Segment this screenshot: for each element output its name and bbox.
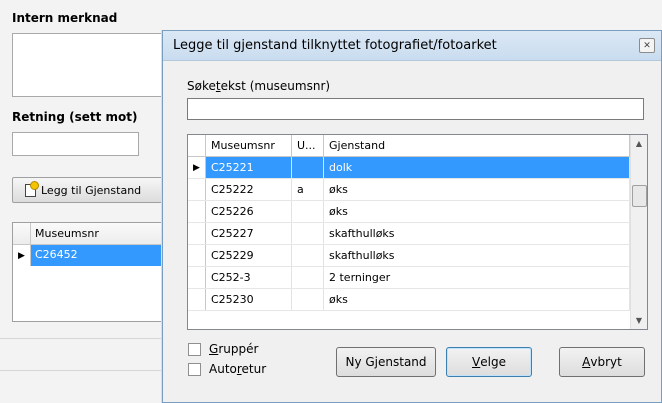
divider (0, 370, 165, 371)
intern-merknad-field[interactable] (12, 33, 164, 97)
retning-field[interactable] (12, 132, 139, 156)
column-header-museumsnr[interactable]: Museumsnr (206, 135, 292, 156)
table-cell-gjenstand[interactable]: skafthulløks (324, 245, 630, 266)
row-selector[interactable] (188, 267, 206, 288)
table-cell-gjenstand[interactable]: øks (324, 201, 630, 222)
table-row[interactable]: C25230 øks (188, 289, 647, 311)
intern-merknad-label: Intern merknad (12, 11, 118, 25)
table-row[interactable]: C252-3 2 terninger (188, 267, 647, 289)
close-button[interactable]: ✕ (639, 38, 655, 53)
table-cell-u[interactable] (292, 157, 324, 178)
grid-header-museumsnr[interactable]: Museumsnr (31, 223, 103, 244)
row-selector[interactable] (188, 245, 206, 266)
column-header-gjenstand[interactable]: Gjenstand (324, 135, 630, 156)
table-cell-gjenstand[interactable]: dolk (324, 157, 630, 178)
row-selector[interactable] (188, 179, 206, 200)
table-cell[interactable]: C26452 (31, 245, 171, 266)
divider (0, 338, 165, 339)
table-cell-museumsnr[interactable]: C25230 (206, 289, 292, 310)
column-header-u[interactable]: U... (292, 135, 324, 156)
add-object-button-label: Legg til Gjenstand (41, 183, 142, 197)
table-row[interactable]: C25222 a øks (188, 179, 647, 201)
select-button[interactable]: Velge (446, 347, 532, 377)
autoretur-checkbox-row[interactable]: Autoretur (188, 362, 266, 376)
table-cell-gjenstand[interactable]: 2 terninger (324, 267, 630, 288)
search-input[interactable] (187, 98, 644, 120)
table-row[interactable]: C25226 øks (188, 201, 647, 223)
search-label: Søketekst (museumsnr) (187, 79, 331, 93)
scroll-thumb[interactable] (632, 185, 647, 207)
dialog-title-bar[interactable]: Legge til gjenstand tilknyttet fotografi… (163, 31, 661, 61)
scroll-up-icon[interactable]: ▲ (631, 135, 647, 152)
new-object-button[interactable]: Ny Gjenstand (336, 347, 436, 377)
grupper-checkbox[interactable] (188, 342, 201, 356)
grid-header-row: Museumsnr U... Gjenstand (188, 135, 647, 157)
grupper-checkbox-row[interactable]: Gruppér (188, 342, 258, 356)
table-row[interactable]: C25227 skafthulløks (188, 223, 647, 245)
table-cell-gjenstand[interactable]: øks (324, 179, 630, 200)
object-grid[interactable]: Museumsnr U... Gjenstand ▶ C25221 dolk C252… (187, 134, 648, 330)
autoretur-label: Autoretur (209, 362, 267, 376)
add-object-dialog: Legge til gjenstand tilknyttet fotografi… (162, 30, 662, 403)
table-cell-museumsnr[interactable]: C25221 (206, 157, 292, 178)
autoretur-checkbox[interactable] (188, 362, 201, 376)
grupper-label: Gruppér (209, 342, 259, 356)
table-cell-gjenstand[interactable]: øks (324, 289, 630, 310)
row-selector[interactable] (188, 223, 206, 244)
table-cell-museumsnr[interactable]: C25229 (206, 245, 292, 266)
new-document-icon (25, 180, 39, 197)
dialog-title: Legge til gjenstand tilknyttet fotografi… (173, 38, 497, 53)
row-pointer-icon: ▶ (13, 245, 31, 266)
add-object-button[interactable]: Legg til Gjenstand (12, 177, 172, 203)
retning-label: Retning (sett mot) (12, 110, 138, 124)
scroll-down-icon[interactable]: ▼ (631, 312, 647, 329)
background-object-grid[interactable]: Museumsnr ▶ C26452 (12, 222, 172, 322)
row-selector[interactable] (188, 289, 206, 310)
row-selector[interactable] (188, 201, 206, 222)
vertical-scrollbar[interactable]: ▲ ▼ (630, 135, 647, 329)
table-cell-u[interactable] (292, 289, 324, 310)
table-cell-museumsnr[interactable]: C25222 (206, 179, 292, 200)
row-pointer-icon[interactable]: ▶ (188, 157, 206, 178)
table-cell-u[interactable] (292, 223, 324, 244)
table-cell-museumsnr[interactable]: C25226 (206, 201, 292, 222)
table-cell-museumsnr[interactable]: C25227 (206, 223, 292, 244)
table-row[interactable]: C25229 skafthulløks (188, 245, 647, 267)
cancel-button[interactable]: Avbryt (559, 347, 645, 377)
close-icon: ✕ (643, 40, 651, 51)
table-cell-museumsnr[interactable]: C252-3 (206, 267, 292, 288)
table-cell-u[interactable] (292, 267, 324, 288)
table-cell-u[interactable] (292, 245, 324, 266)
table-cell-u[interactable]: a (292, 179, 324, 200)
table-row[interactable]: ▶ C25221 dolk (188, 157, 647, 179)
table-row[interactable]: ▶ C26452 (13, 245, 171, 266)
table-cell-gjenstand[interactable]: skafthulløks (324, 223, 630, 244)
table-cell-u[interactable] (292, 201, 324, 222)
